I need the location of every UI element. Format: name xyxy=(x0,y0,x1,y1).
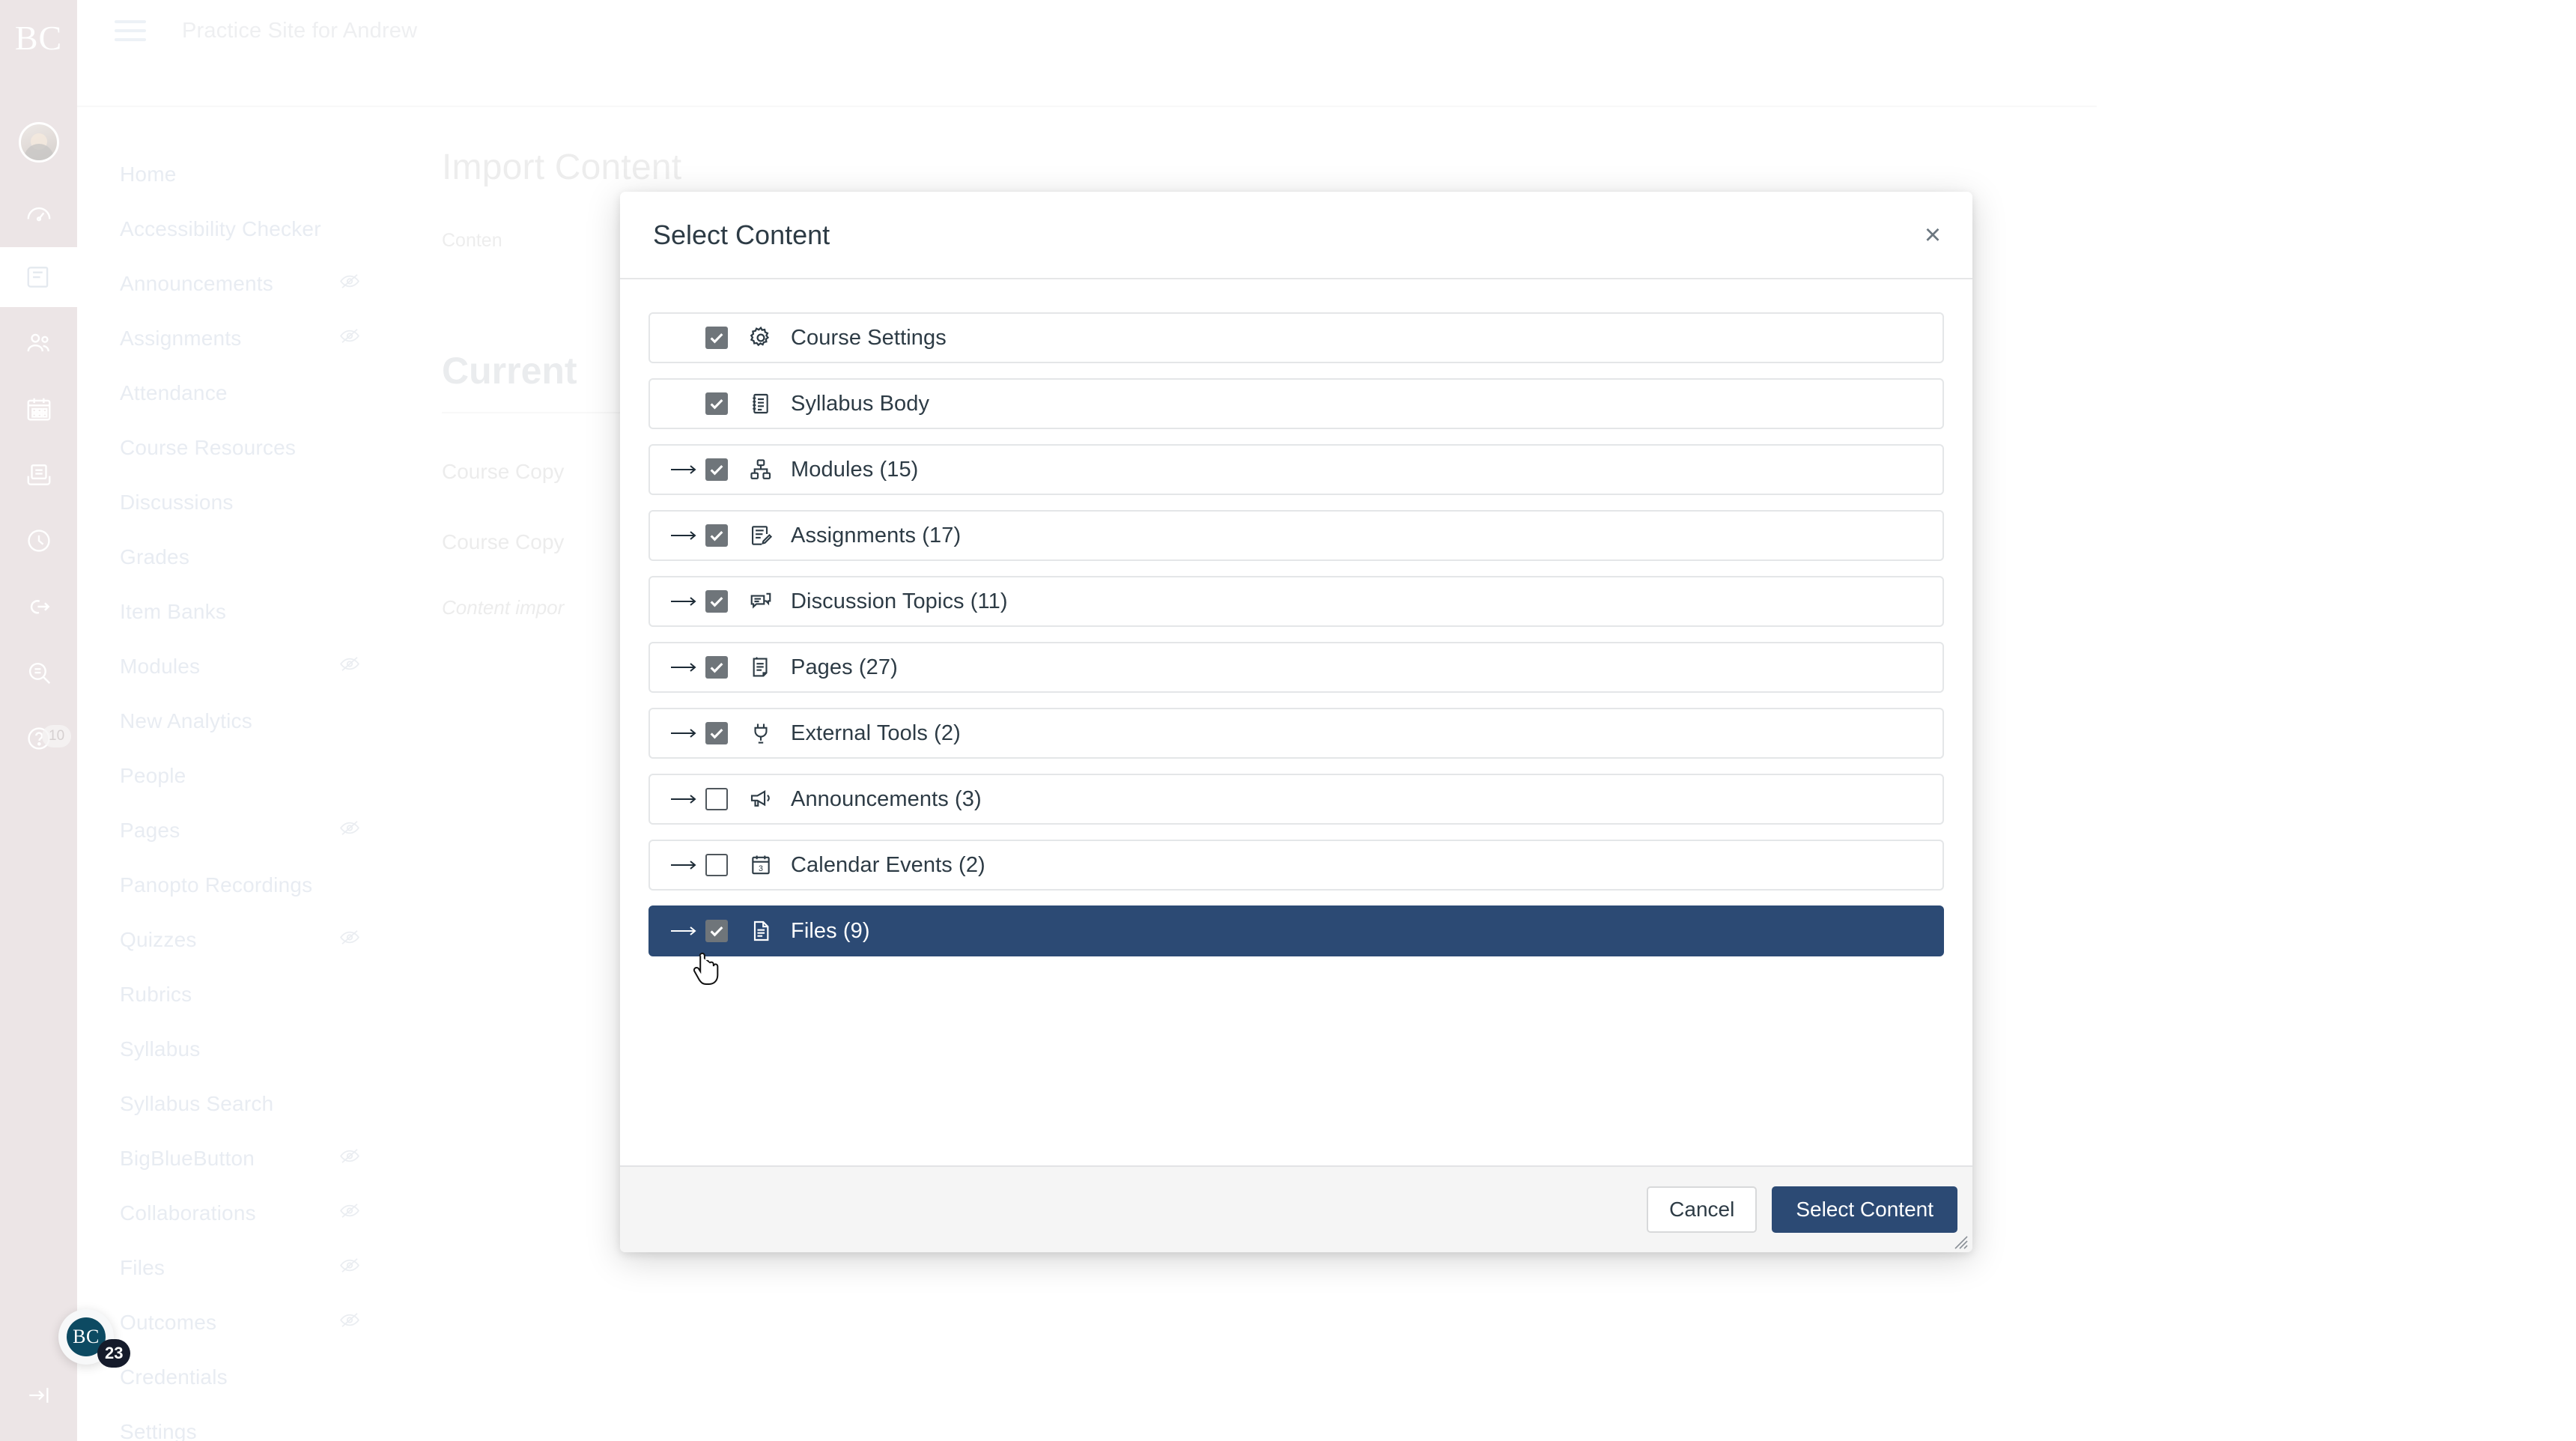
list-item[interactable]: Announcements (3) xyxy=(648,774,1944,825)
list-item[interactable]: Files (9) xyxy=(648,905,1944,956)
expand-arrow-icon[interactable] xyxy=(665,528,704,543)
content-checklist: Course Settings Syllabus Body Modules (1… xyxy=(648,312,1944,971)
modal-footer: Cancel Select Content xyxy=(620,1165,1972,1252)
assignment-pencil-icon xyxy=(746,524,776,547)
megaphone-icon xyxy=(746,787,776,811)
file-document-icon xyxy=(746,919,776,943)
list-item-label: External Tools (2) xyxy=(791,720,961,745)
expand-arrow-icon[interactable] xyxy=(665,792,704,807)
expand-arrow-icon[interactable] xyxy=(665,660,704,675)
checkbox[interactable] xyxy=(705,854,728,876)
modal-header: Select Content × xyxy=(620,192,1972,279)
list-item[interactable]: Discussion Topics (11) xyxy=(648,576,1944,627)
list-item-label: Pages (27) xyxy=(791,655,898,679)
checkbox[interactable] xyxy=(705,524,728,547)
list-item-label: Assignments (17) xyxy=(791,523,962,547)
checkbox[interactable] xyxy=(705,458,728,481)
checkbox[interactable] xyxy=(705,722,728,744)
plug-icon xyxy=(746,721,776,745)
gear-icon xyxy=(746,325,776,351)
modal-title: Select Content xyxy=(653,219,830,250)
select-content-button[interactable]: Select Content xyxy=(1772,1186,1957,1233)
expand-arrow-icon[interactable] xyxy=(665,462,704,477)
list-item[interactable]: Pages (27) xyxy=(648,642,1944,693)
checkbox[interactable] xyxy=(705,656,728,679)
list-item-label: Syllabus Body xyxy=(791,391,930,416)
checkbox[interactable] xyxy=(705,392,728,415)
svg-text:3: 3 xyxy=(759,864,763,873)
calendar-icon: 3 xyxy=(746,853,776,877)
list-item-label: Files (9) xyxy=(791,918,870,943)
discussion-bubble-icon xyxy=(746,589,776,613)
cancel-button[interactable]: Cancel xyxy=(1647,1186,1758,1233)
list-item-label: Announcements (3) xyxy=(791,786,982,811)
list-item[interactable]: Assignments (17) xyxy=(648,510,1944,561)
list-item[interactable]: Course Settings xyxy=(648,312,1944,363)
checkbox[interactable] xyxy=(705,590,728,613)
expand-arrow-icon[interactable] xyxy=(665,858,704,873)
close-icon[interactable]: × xyxy=(1910,212,1956,258)
checkbox[interactable] xyxy=(705,920,728,942)
list-item-label: Discussion Topics (11) xyxy=(791,589,1008,613)
modules-icon xyxy=(746,458,776,482)
checkbox[interactable] xyxy=(705,788,728,810)
list-item-label: Modules (15) xyxy=(791,457,919,482)
select-content-modal: Select Content × Course Settings Syllabu… xyxy=(620,192,1972,1252)
list-item-label: Course Settings xyxy=(791,325,947,350)
page-document-icon xyxy=(746,655,776,679)
modal-body: Course Settings Syllabus Body Modules (1… xyxy=(620,279,1972,1165)
syllabus-document-icon xyxy=(746,392,776,416)
list-item-label: Calendar Events (2) xyxy=(791,852,985,877)
checkbox[interactable] xyxy=(705,327,728,349)
list-item[interactable]: Syllabus Body xyxy=(648,378,1944,429)
list-item[interactable]: 3 Calendar Events (2) xyxy=(648,840,1944,891)
expand-arrow-icon[interactable] xyxy=(665,594,704,609)
list-item[interactable]: Modules (15) xyxy=(648,444,1944,495)
help-chat-widget[interactable]: BC 23 xyxy=(58,1309,131,1368)
list-item[interactable]: External Tools (2) xyxy=(648,708,1944,759)
expand-arrow-icon[interactable] xyxy=(665,923,704,938)
expand-arrow-icon[interactable] xyxy=(665,726,704,741)
help-widget-badge: 23 xyxy=(97,1339,131,1368)
